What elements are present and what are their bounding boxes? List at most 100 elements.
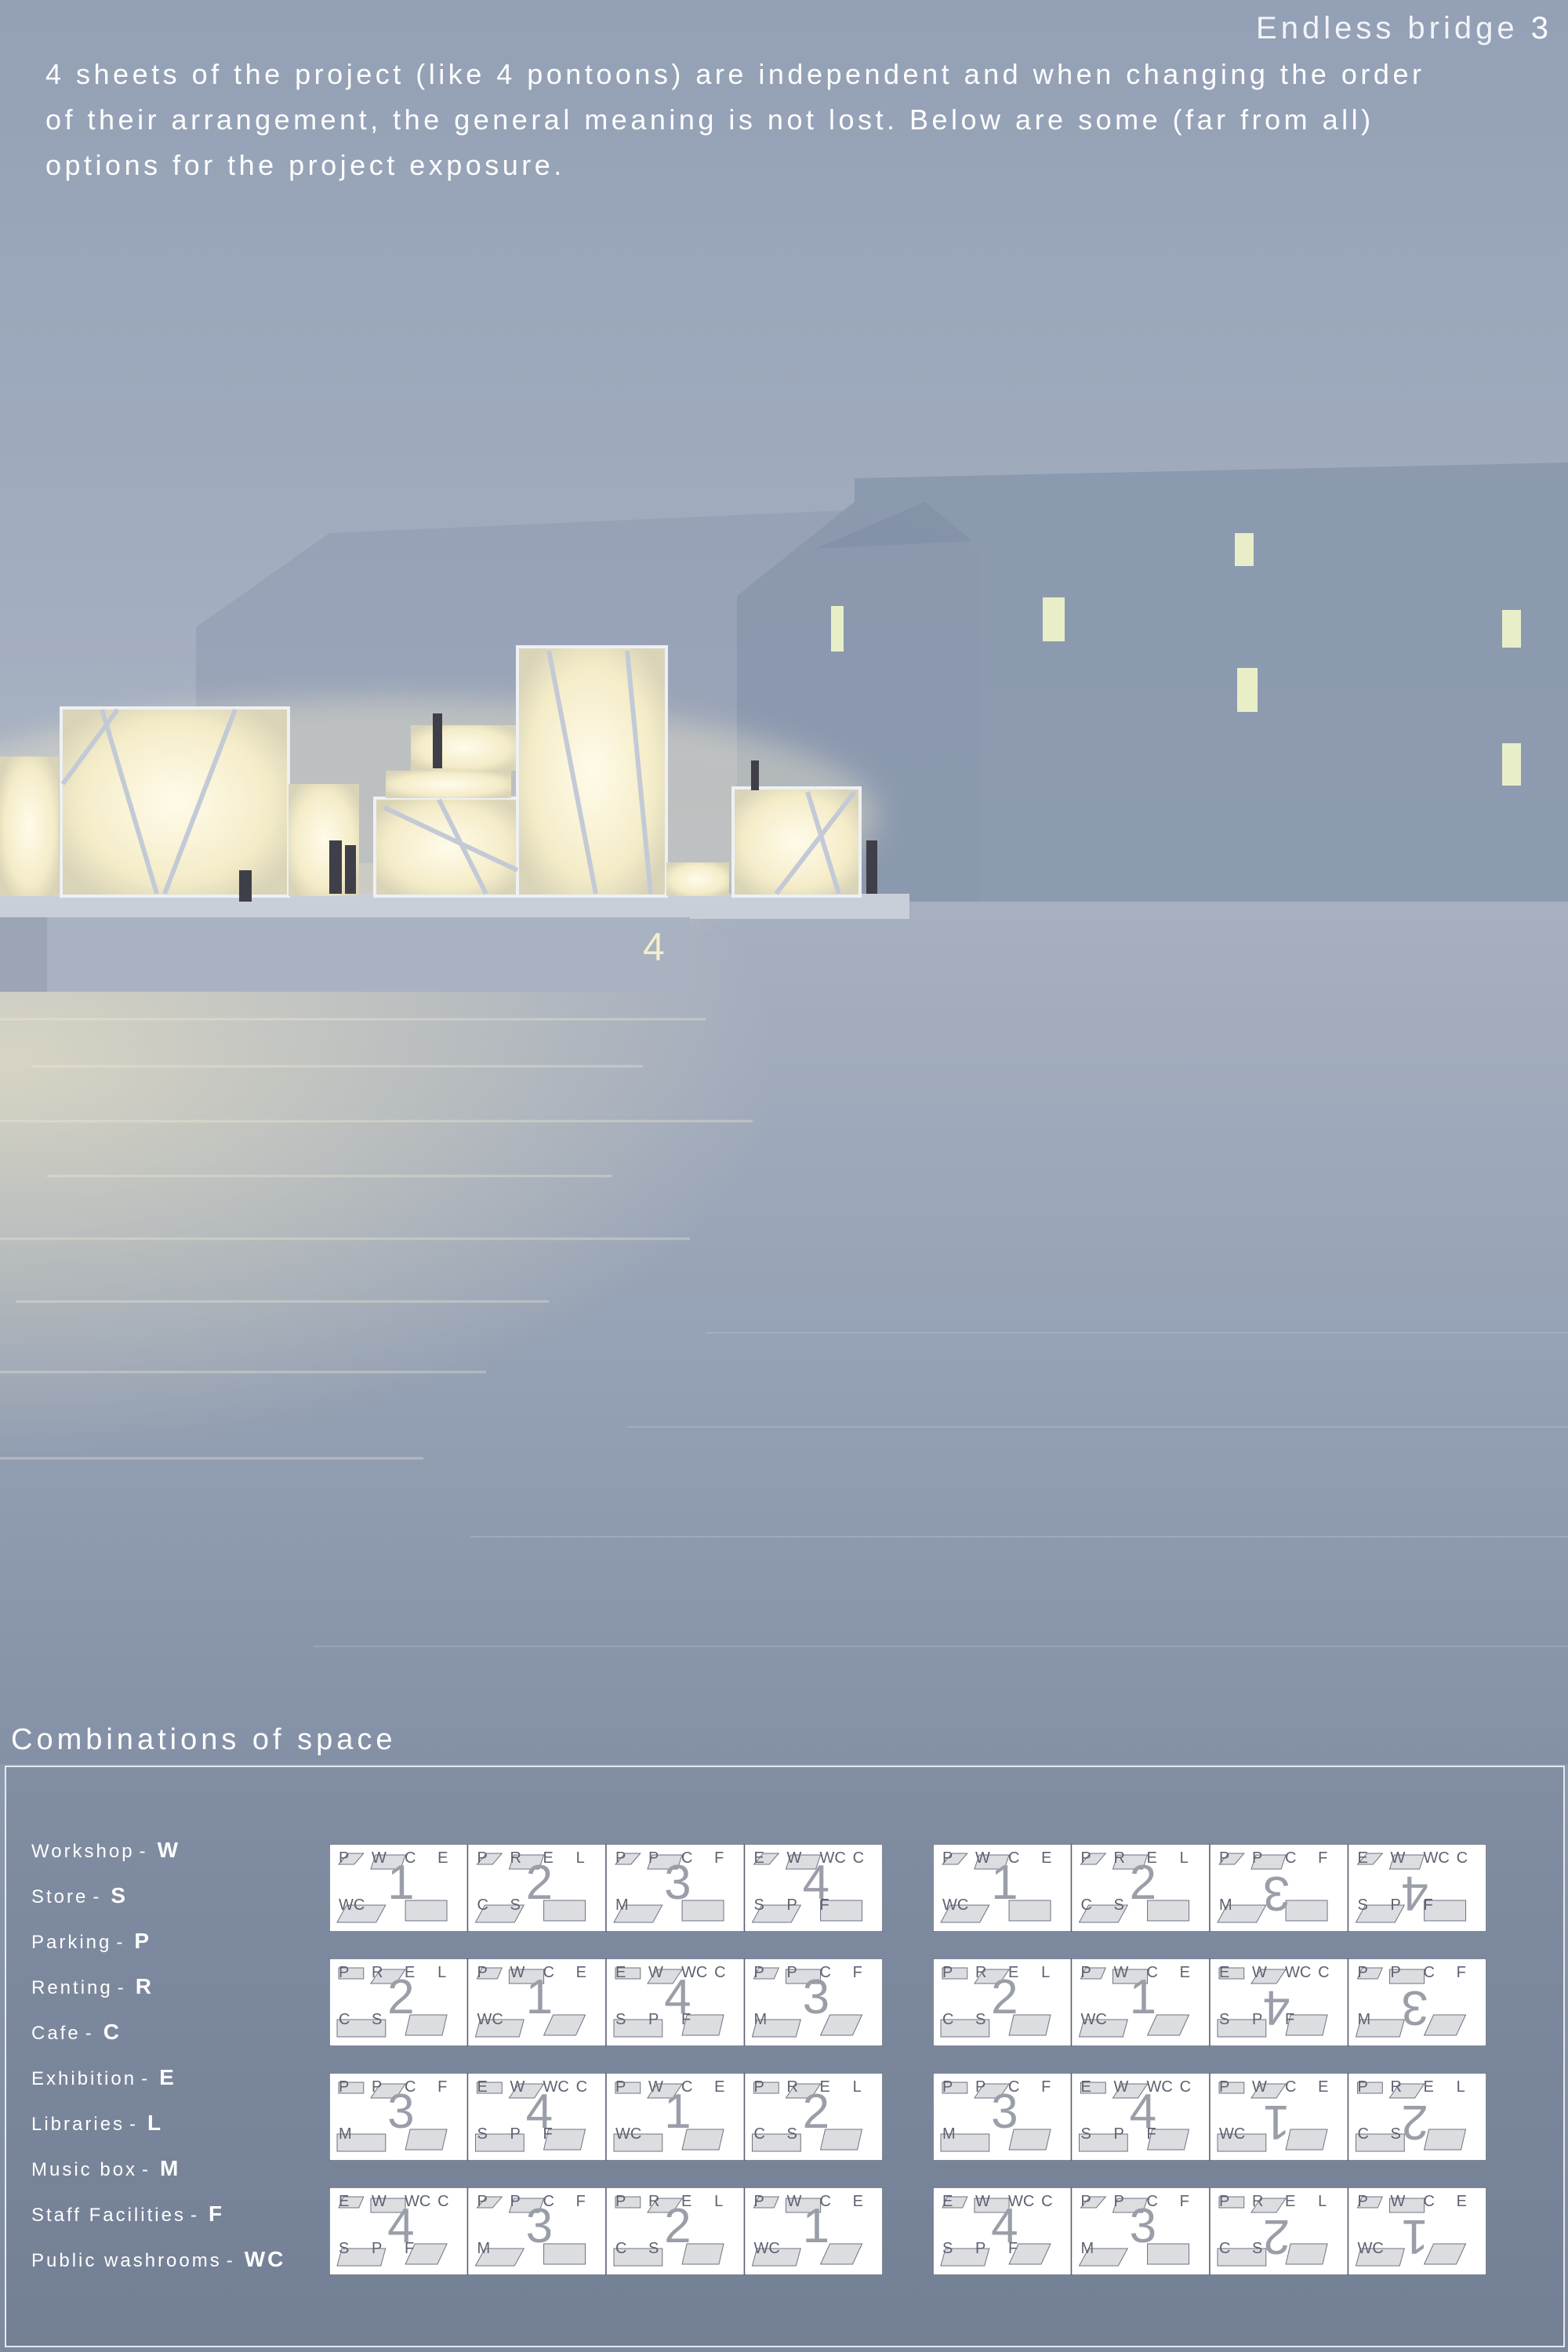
room-letter: C bbox=[437, 2193, 448, 2210]
combination-strip: 3 P P C F M 4 E W WC C S P F 1 P W C E WC 2 P R E L C S bbox=[933, 2073, 1486, 2161]
sheet-plan: 3P P C FM bbox=[1209, 1844, 1349, 1932]
room-letter: E bbox=[543, 1849, 554, 1867]
room-letter: L bbox=[1457, 2078, 1465, 2096]
room-letter: P bbox=[477, 1849, 488, 1867]
room-letter: C bbox=[477, 1896, 488, 1914]
combination-strip: 3 P P C F M 4 E W WC C S P F 1 P W C E WC 2 P R E L C S bbox=[329, 2073, 883, 2161]
room-letter: W bbox=[648, 1964, 663, 1981]
combination-strip: 1 P W C E WC 2 P R E L C S 3 P P C F M 4 E W WC C S P F bbox=[933, 1844, 1486, 1932]
sheet-plan: 2P R E LC S bbox=[466, 1844, 607, 1932]
room-letter: W bbox=[787, 1849, 802, 1867]
room-letter: C bbox=[576, 2078, 587, 2096]
room-letter: M bbox=[1081, 2240, 1094, 2257]
room-letter: P bbox=[615, 2193, 626, 2210]
combination-strip: 1 P W C E WC 2 P R E L C S 3 P P C F M 4 E W WC C S P F bbox=[329, 1844, 883, 1932]
room-letter: S bbox=[975, 2011, 985, 2028]
intro-line: 4 sheets of the project (like 4 pontoons… bbox=[45, 58, 1425, 90]
sheet-plan: 1P W C EWC bbox=[605, 2073, 746, 2161]
room-letter: WC bbox=[477, 2011, 503, 2028]
room-letter: P bbox=[942, 1964, 953, 1981]
room-letter: F bbox=[681, 2011, 691, 2028]
sheet-plan: 3P P C FM bbox=[466, 2187, 607, 2275]
room-letter: S bbox=[339, 2240, 349, 2257]
window-light bbox=[1502, 610, 1521, 648]
room-letter: L bbox=[853, 2078, 862, 2096]
room-letter: WC bbox=[1358, 2240, 1384, 2257]
room-letter: P bbox=[615, 1849, 626, 1867]
room-letter: WC bbox=[543, 2078, 569, 2096]
room-letter: E bbox=[615, 1964, 626, 1981]
room-letter: W bbox=[1252, 1964, 1267, 1981]
room-letter: E bbox=[714, 2078, 724, 2096]
room-letter: E bbox=[1457, 2193, 1467, 2210]
title-number: 3 bbox=[1530, 11, 1552, 45]
room-shape bbox=[1285, 2243, 1328, 2265]
room-letter: S bbox=[477, 2125, 488, 2143]
room-letter: P bbox=[477, 1964, 488, 1981]
room-letter: P bbox=[975, 2078, 985, 2096]
sheet-plan: 1P W C EWC bbox=[1209, 2073, 1349, 2161]
sheet-plan: 1P W C EWC bbox=[466, 1958, 607, 2046]
room-letter: C bbox=[820, 1964, 831, 1981]
room-letter: C bbox=[1457, 1849, 1468, 1867]
room-letter: S bbox=[1081, 2125, 1091, 2143]
window-light bbox=[1237, 668, 1258, 712]
room-letter: W bbox=[510, 2078, 525, 2096]
room-letter: L bbox=[714, 2193, 723, 2210]
sheet-number: 2 bbox=[1401, 2095, 1428, 2149]
room-letter: C bbox=[1424, 1964, 1435, 1981]
room-letter: C bbox=[1041, 2193, 1052, 2210]
room-letter: WC bbox=[1008, 2193, 1034, 2210]
sheet-plan: 3P P C FM bbox=[933, 2073, 1073, 2161]
room-letter: C bbox=[681, 2078, 692, 2096]
room-letter: E bbox=[576, 1964, 586, 1981]
room-letter: C bbox=[1147, 1964, 1158, 1981]
room-letter: R bbox=[648, 2193, 659, 2210]
room-letter: C bbox=[1424, 2193, 1435, 2210]
room-letter: S bbox=[648, 2240, 659, 2257]
room-letter: P bbox=[754, 2078, 764, 2096]
room-letter: C bbox=[714, 1964, 725, 1981]
sheet-plan: 2P R E LC S bbox=[1209, 2187, 1349, 2275]
sheet-plan: 4E W WC CS P F bbox=[329, 2187, 469, 2275]
room-letter: M bbox=[477, 2240, 491, 2257]
room-letter: C bbox=[853, 1849, 864, 1867]
room-letter: E bbox=[853, 2193, 863, 2210]
sheet-plan: 1P W C EWC bbox=[743, 2187, 883, 2275]
window-light bbox=[1043, 597, 1065, 641]
room-letter: P bbox=[615, 2078, 626, 2096]
combinations-panel: Workshop - W Store - S Parking - P Renting - R C… bbox=[5, 1766, 1565, 2347]
sheet-plan: 4E W WC CS P F bbox=[933, 2187, 1073, 2275]
room-letter: E bbox=[942, 2193, 953, 2210]
room-letter: P bbox=[942, 1849, 953, 1867]
room-letter: C bbox=[942, 2011, 953, 2028]
legend-item: Workshop - W bbox=[31, 1838, 181, 1862]
room-letter: F bbox=[1008, 2240, 1018, 2257]
room-letter: E bbox=[1180, 1964, 1190, 1981]
combination-strip: 2 P R E L C S 1 P W C E WC 4 E W WC C S P F 3 P P C F M bbox=[329, 1958, 883, 2046]
room-letter: P bbox=[1252, 2011, 1262, 2028]
room-letter: C bbox=[339, 2011, 350, 2028]
room-letter: S bbox=[510, 1896, 521, 1914]
room-letter: P bbox=[477, 2193, 488, 2210]
window-light bbox=[1235, 533, 1254, 566]
room-letter: F bbox=[1180, 2193, 1189, 2210]
sheet-number: 3 bbox=[1263, 1866, 1290, 1920]
room-letter: P bbox=[372, 2078, 382, 2096]
intro-line: of their arrangement, the general meanin… bbox=[45, 103, 1374, 136]
room-letter: P bbox=[787, 1896, 797, 1914]
room-letter: C bbox=[681, 1849, 692, 1867]
legend-item: Libraries - L bbox=[31, 2111, 164, 2135]
room-letter: F bbox=[853, 1964, 862, 1981]
room-letter: W bbox=[1252, 2078, 1267, 2096]
room-letter: P bbox=[1219, 2078, 1229, 2096]
room-letter: P bbox=[339, 2078, 349, 2096]
room-letter: M bbox=[615, 1896, 629, 1914]
intro-line: options for the project exposure. bbox=[45, 149, 565, 181]
room-letter: F bbox=[1041, 2078, 1051, 2096]
room-letter: E bbox=[1318, 2078, 1328, 2096]
room-letter: W bbox=[1114, 2078, 1129, 2096]
room-letter: E bbox=[405, 1964, 415, 1981]
room-letter: P bbox=[1391, 1896, 1401, 1914]
sheet-plan: 2P R E LC S bbox=[329, 1958, 469, 2046]
